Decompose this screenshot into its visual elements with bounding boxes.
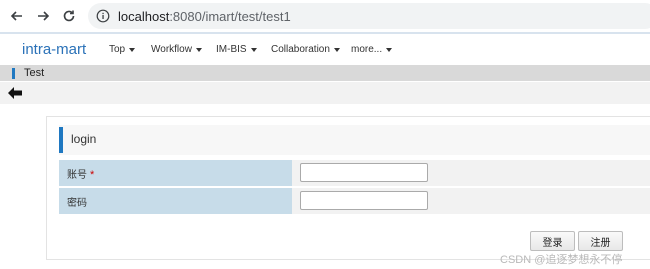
reload-icon xyxy=(63,10,75,22)
info-icon[interactable] xyxy=(96,9,110,23)
menu-collaboration[interactable]: Collaboration xyxy=(271,44,340,55)
login-button[interactable]: 登录 xyxy=(530,231,575,251)
menu-label: Top xyxy=(109,44,126,55)
menu-label: IM-BIS xyxy=(216,44,247,55)
account-label-text: 账号 xyxy=(67,170,87,181)
menu-label: Workflow xyxy=(151,44,192,55)
page-title-bar: Test xyxy=(0,65,650,81)
panel-header: login xyxy=(59,125,650,155)
panel-title: login xyxy=(71,132,97,146)
menu-top[interactable]: Top xyxy=(109,44,136,55)
password-label: 密码 xyxy=(67,198,87,209)
address-bar[interactable]: localhost:8080/imart/test/test1 xyxy=(88,3,650,29)
caret-down-icon xyxy=(333,47,340,52)
back-bar xyxy=(0,82,650,104)
menu-label: more... xyxy=(351,44,383,55)
label-cell: 账号 * xyxy=(59,160,292,186)
menu-im-bis[interactable]: IM-BIS xyxy=(216,44,257,55)
url-path: :8080/imart/test/test1 xyxy=(169,8,291,24)
required-mark: * xyxy=(90,169,95,181)
caret-down-icon xyxy=(129,47,136,52)
arrow-left-icon xyxy=(10,11,22,21)
password-input[interactable] xyxy=(300,191,428,210)
arrow-right-icon xyxy=(38,11,50,21)
menu-workflow[interactable]: Workflow xyxy=(151,44,202,55)
label-cell: 密码 xyxy=(59,188,292,214)
brand-logo[interactable]: intra-mart xyxy=(22,41,86,58)
url-host: localhost xyxy=(118,8,170,24)
menu-label: Collaboration xyxy=(271,44,330,55)
register-button[interactable]: 注册 xyxy=(578,231,623,251)
app-header: intra-mart Top Workflow IM-BIS Collabora… xyxy=(0,34,650,65)
reload-button[interactable] xyxy=(58,5,80,27)
forward-button[interactable] xyxy=(32,5,54,27)
form-row-account: 账号 * xyxy=(59,160,650,186)
back-button[interactable] xyxy=(6,5,28,27)
panel-accent xyxy=(59,127,63,153)
browser-toolbar: localhost:8080/imart/test/test1 xyxy=(0,0,650,32)
title-accent xyxy=(12,68,15,79)
form-row-password: 密码 xyxy=(59,188,650,214)
page-title: Test xyxy=(24,67,45,79)
watermark: CSDN @追逐梦想永不停 xyxy=(500,254,623,266)
back-arrow-icon[interactable] xyxy=(8,87,22,99)
menu-more[interactable]: more... xyxy=(351,44,393,55)
caret-down-icon xyxy=(250,47,257,52)
caret-down-icon xyxy=(386,47,393,52)
caret-down-icon xyxy=(195,47,202,52)
account-label: 账号 * xyxy=(67,166,94,181)
account-input[interactable] xyxy=(300,163,428,182)
